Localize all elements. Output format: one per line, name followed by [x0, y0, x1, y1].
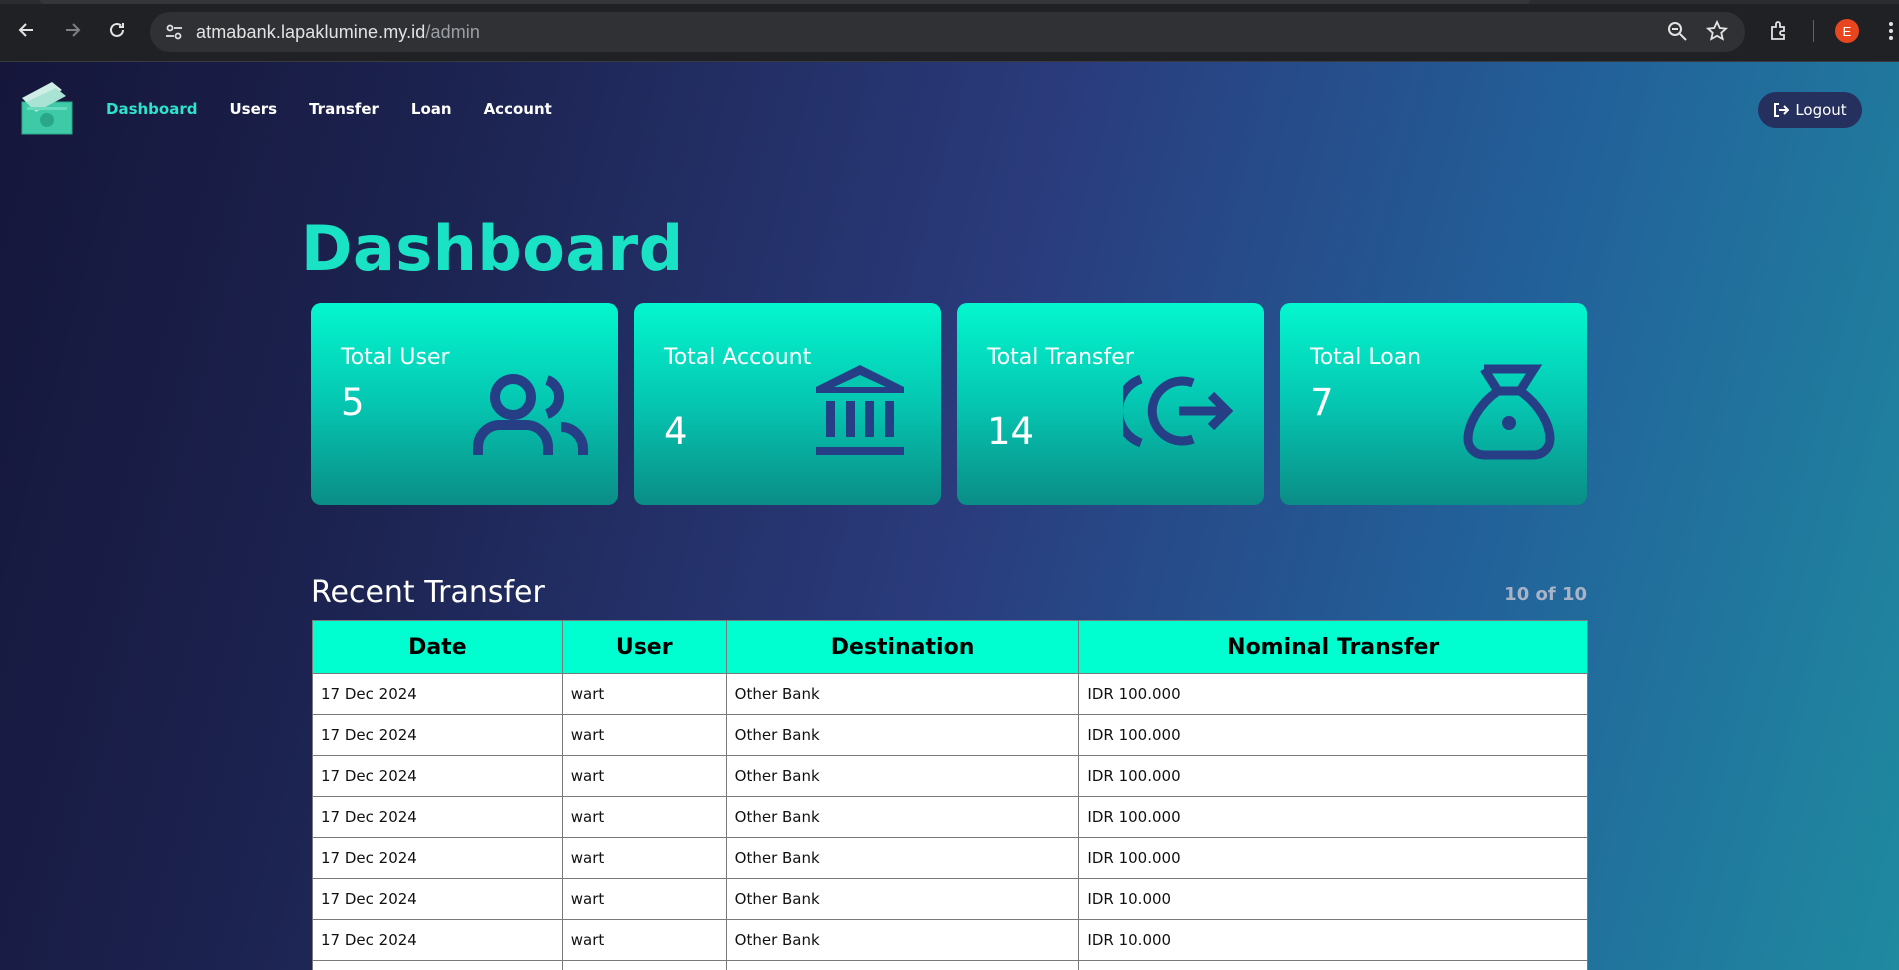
- table-row[interactable]: 17 Dec 2024 wart Other Bank IDR 100.000: [312, 755, 1588, 797]
- stat-label: Total Transfer: [987, 345, 1134, 370]
- stat-value: 5: [341, 381, 365, 424]
- stat-label: Total Loan: [1310, 345, 1422, 370]
- money-logo-icon[interactable]: [18, 80, 76, 138]
- cell-nominal: IDR 100.000: [1078, 755, 1588, 797]
- table-row[interactable]: [312, 960, 1588, 970]
- browser-toolbar: atmabank.lapaklumine.my.id/admin E: [0, 0, 1899, 62]
- page-title: Dashboard: [301, 212, 684, 285]
- nav-dashboard[interactable]: Dashboard: [106, 100, 197, 118]
- more-menu-icon[interactable]: [1886, 20, 1896, 42]
- cell-date: [312, 960, 563, 970]
- cell-user: wart: [561, 755, 727, 797]
- cell-nominal: IDR 100.000: [1078, 673, 1588, 715]
- nav-transfer[interactable]: Transfer: [309, 100, 379, 118]
- column-header-user[interactable]: User: [561, 620, 727, 674]
- column-header-date[interactable]: Date: [312, 620, 563, 674]
- cell-destination: Other Bank: [725, 796, 1080, 838]
- cell-destination: Other Bank: [725, 878, 1080, 920]
- table-row[interactable]: 17 Dec 2024 wart Other Bank IDR 100.000: [312, 673, 1588, 715]
- money-bag-icon: [1463, 364, 1555, 460]
- table-row[interactable]: 17 Dec 2024 wart Other Bank IDR 10.000: [312, 878, 1588, 920]
- nav-loan[interactable]: Loan: [411, 100, 452, 118]
- reload-button[interactable]: [103, 16, 131, 44]
- stat-label: Total User: [341, 345, 450, 370]
- stat-value: 7: [1310, 381, 1334, 424]
- url-text: atmabank.lapaklumine.my.id/admin: [196, 22, 480, 43]
- star-icon[interactable]: [1706, 20, 1728, 42]
- table-row[interactable]: 17 Dec 2024 wart Other Bank IDR 10.000: [312, 919, 1588, 961]
- cell-destination: Other Bank: [725, 673, 1080, 715]
- nav-users[interactable]: Users: [229, 100, 277, 118]
- stat-card-total-transfer[interactable]: Total Transfer 14: [957, 303, 1264, 505]
- top-navbar: Dashboard Users Transfer Loan Account Lo…: [0, 62, 1899, 157]
- table-row[interactable]: 17 Dec 2024 wart Other Bank IDR 100.000: [312, 714, 1588, 756]
- cell-nominal: [1078, 960, 1588, 970]
- cell-date: 17 Dec 2024: [312, 755, 563, 797]
- cell-nominal: IDR 10.000: [1078, 919, 1588, 961]
- cell-user: wart: [561, 837, 727, 879]
- reload-icon: [110, 22, 124, 37]
- stat-label: Total Account: [664, 345, 812, 370]
- cell-user: wart: [561, 919, 727, 961]
- cell-nominal: IDR 100.000: [1078, 837, 1588, 879]
- bank-icon: [816, 365, 904, 455]
- extensions-icon[interactable]: [1768, 20, 1790, 42]
- cell-destination: [725, 960, 1080, 970]
- cell-destination: Other Bank: [725, 919, 1080, 961]
- zoom-icon[interactable]: [1666, 20, 1688, 42]
- cell-user: wart: [561, 878, 727, 920]
- table-header-row: Date User Destination Nominal Transfer: [312, 620, 1588, 674]
- toolbar-divider: [1813, 20, 1814, 42]
- cell-user: wart: [561, 714, 727, 756]
- nav-account[interactable]: Account: [484, 100, 552, 118]
- profile-avatar[interactable]: E: [1835, 19, 1859, 43]
- table-row[interactable]: 17 Dec 2024 wart Other Bank IDR 100.000: [312, 837, 1588, 879]
- url-host: atmabank.lapaklumine.my.id: [196, 22, 426, 42]
- cell-destination: Other Bank: [725, 755, 1080, 797]
- logout-label: Logout: [1795, 101, 1847, 119]
- column-header-nominal[interactable]: Nominal Transfer: [1078, 620, 1588, 674]
- column-header-destination[interactable]: Destination: [725, 620, 1080, 674]
- back-button[interactable]: [13, 16, 41, 44]
- logout-button[interactable]: Logout: [1758, 92, 1862, 128]
- stats-cards: Total User 5 Total Account 4 Total Trans…: [311, 303, 1587, 505]
- cell-nominal: IDR 100.000: [1078, 714, 1588, 756]
- forward-button[interactable]: [58, 16, 86, 44]
- pagination-count: 10 of 10: [1504, 584, 1587, 605]
- stat-card-total-account[interactable]: Total Account 4: [634, 303, 941, 505]
- stat-value: 4: [664, 410, 688, 453]
- recent-transfer-title: Recent Transfer: [311, 575, 545, 610]
- site-settings-icon[interactable]: [164, 22, 184, 42]
- active-tab[interactable]: [40, 0, 1530, 4]
- arrow-right-icon: [66, 23, 81, 37]
- recent-transfer-table: Date User Destination Nominal Transfer 1…: [312, 620, 1588, 970]
- address-bar[interactable]: atmabank.lapaklumine.my.id/admin: [150, 12, 1745, 52]
- cell-date: 17 Dec 2024: [312, 796, 563, 838]
- arrow-left-icon: [18, 23, 33, 37]
- cell-date: 17 Dec 2024: [312, 878, 563, 920]
- users-icon: [473, 374, 588, 455]
- admin-page: Dashboard Users Transfer Loan Account Lo…: [0, 62, 1899, 970]
- stat-value: 14: [987, 410, 1035, 453]
- cell-nominal: IDR 100.000: [1078, 796, 1588, 838]
- cell-date: 17 Dec 2024: [312, 714, 563, 756]
- cell-user: wart: [561, 796, 727, 838]
- cell-destination: Other Bank: [725, 837, 1080, 879]
- cell-date: 17 Dec 2024: [312, 919, 563, 961]
- cell-date: 17 Dec 2024: [312, 837, 563, 879]
- url-path: /admin: [425, 22, 481, 42]
- tab-strip: [0, 0, 1899, 4]
- main-nav: Dashboard Users Transfer Loan Account: [106, 100, 584, 118]
- table-row[interactable]: 17 Dec 2024 wart Other Bank IDR 100.000: [312, 796, 1588, 838]
- cell-destination: Other Bank: [725, 714, 1080, 756]
- sign-out-icon: [1774, 103, 1790, 117]
- cell-date: 17 Dec 2024: [312, 673, 563, 715]
- cell-user: wart: [561, 673, 727, 715]
- transfer-out-icon: [1123, 374, 1233, 448]
- cell-user: [561, 960, 727, 970]
- cell-nominal: IDR 10.000: [1078, 878, 1588, 920]
- stat-card-total-loan[interactable]: Total Loan 7: [1280, 303, 1587, 505]
- stat-card-total-user[interactable]: Total User 5: [311, 303, 618, 505]
